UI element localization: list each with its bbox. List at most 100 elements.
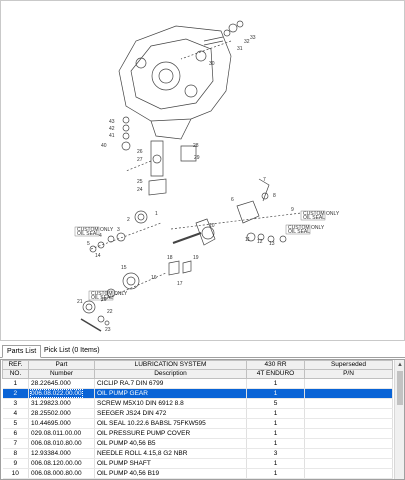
- cell-part-text: 006.08.000.80.00: [31, 470, 82, 477]
- cell-part: 31.29823.000: [28, 398, 95, 409]
- tab-parts-list[interactable]: Parts List: [2, 345, 42, 358]
- cell-part: 10.44695.000: [28, 418, 95, 429]
- svg-text:10: 10: [209, 223, 215, 229]
- cell-sup: [304, 378, 393, 389]
- cell-sup: [304, 398, 393, 409]
- cell-ref-text: 9: [13, 460, 18, 467]
- cell-desc-text: OIL PUMP 40,56 B5: [97, 440, 156, 447]
- cell-qty-text: 3: [273, 450, 278, 457]
- parts-grid[interactable]: REF. Part LUBRICATION SYSTEM 430 RR Supe…: [0, 359, 405, 480]
- cell-part: 006.08.022.00.00: [28, 388, 95, 399]
- svg-text:14: 14: [95, 253, 101, 259]
- cell-qty-text: 1: [273, 430, 278, 437]
- table-row[interactable]: 6 029.08.011.00.00 OIL PRESSURE PUMP COVER…: [2, 428, 393, 439]
- header-description[interactable]: Description: [94, 369, 247, 379]
- header-row-bottom: NO. Number Description 4T ENDURO P/N: [2, 369, 393, 379]
- cell-desc-text: OIL SEAL 10.22.6 BABSL 75FKW595: [97, 420, 206, 427]
- svg-text:42: 42: [109, 126, 115, 132]
- table-row[interactable]: 5 10.44695.000 OIL SEAL 10.22.6 BABSL 75FK…: [2, 418, 393, 429]
- svg-text:18: 18: [167, 255, 173, 261]
- cell-qty: 1: [246, 388, 305, 399]
- cell-part: 006.08.010.80.00: [28, 438, 95, 449]
- table-row[interactable]: 3 31.29823.000 SCREW M5X10 DIN 6912 8.8 5: [2, 398, 393, 409]
- header-ref[interactable]: REF.: [2, 360, 29, 370]
- header-model[interactable]: 430 RR: [246, 360, 305, 370]
- cell-ref-text: 1: [13, 380, 18, 387]
- cell-ref: 6: [2, 428, 29, 439]
- cell-qty-text: 5: [273, 400, 278, 407]
- table-row[interactable]: 7 006.08.010.80.00 OIL PUMP 40,56 B5 1: [2, 438, 393, 449]
- header-variant[interactable]: 4T ENDURO: [246, 369, 305, 379]
- table-row[interactable]: 1 28.22645.000 CICLIP RA.7 DIN 6799 1: [2, 378, 393, 389]
- cell-part-text: 006.08.010.80.00: [31, 440, 82, 447]
- svg-text:33: 33: [250, 35, 256, 41]
- table-row[interactable]: 8 12.93384.000 NEEDLE ROLL 4.15,8 G2 NBR 3: [2, 448, 393, 459]
- svg-text:16: 16: [151, 275, 157, 281]
- svg-text:4: 4: [99, 233, 102, 239]
- cell-desc-text: SCREW M5X10 DIN 6912 8.8: [97, 400, 184, 407]
- cell-qty-text: 1: [273, 420, 278, 427]
- header-system[interactable]: LUBRICATION SYSTEM: [94, 360, 247, 370]
- header-part[interactable]: Part: [28, 360, 95, 370]
- cell-qty: 1: [246, 468, 305, 479]
- svg-text:15: 15: [121, 265, 127, 271]
- cell-part-text: 006.08.120.00.00: [31, 460, 82, 467]
- cell-ref-text: 6: [13, 430, 18, 437]
- header-row-top: REF. Part LUBRICATION SYSTEM 430 RR Supe…: [2, 360, 393, 370]
- tab-pick-list[interactable]: Pick List (0 Items): [40, 345, 104, 358]
- cell-qty: 1: [246, 408, 305, 419]
- exploded-parts-diagram[interactable]: 33 32 31 30 43 42 41 40 28 27 26 29 25 24 1234 56…: [0, 0, 405, 341]
- cell-desc: SEEGER JS24 DIN 472: [94, 408, 247, 419]
- svg-text:31: 31: [237, 46, 243, 52]
- svg-text:5: 5: [87, 241, 90, 247]
- svg-text:2: 2: [127, 217, 130, 223]
- svg-text:11: 11: [245, 237, 250, 243]
- svg-text:OIL SEAL: OIL SEAL: [288, 229, 310, 235]
- header-no[interactable]: NO.: [2, 369, 29, 379]
- cell-ref-text: 4: [13, 410, 18, 417]
- callout-labels: 333231 30 43424140 28272629 2524 1234 56…: [77, 35, 294, 333]
- cell-qty: 1: [246, 428, 305, 439]
- header-number[interactable]: Number: [28, 369, 95, 379]
- svg-text:19: 19: [193, 255, 199, 261]
- svg-text:40: 40: [101, 143, 107, 149]
- cell-part-text: 28.22645.000: [31, 380, 71, 387]
- svg-text:25: 25: [137, 179, 143, 185]
- cell-ref: 5: [2, 418, 29, 429]
- cell-ref-text: 10: [11, 470, 19, 477]
- svg-text:27: 27: [137, 157, 143, 163]
- cell-desc: SCREW M5X10 DIN 6912 8.8: [94, 398, 247, 409]
- svg-text:9: 9: [291, 207, 294, 213]
- cell-part-text: 006.08.022.00.00: [30, 389, 83, 398]
- svg-text:41: 41: [109, 133, 115, 139]
- cell-sup: [304, 428, 393, 439]
- scroll-thumb[interactable]: [397, 371, 403, 405]
- cell-desc: OIL PUMP 40,56 B19: [94, 468, 247, 479]
- svg-text:17: 17: [177, 281, 183, 287]
- table-row[interactable]: 2 006.08.022.00.00 OIL PUMP GEAR 1: [2, 388, 393, 399]
- table-row[interactable]: 10 006.08.000.80.00 OIL PUMP 40,56 B19 1: [2, 468, 393, 479]
- svg-text:OIL SEAL: OIL SEAL: [77, 231, 99, 237]
- header-pn[interactable]: P/N: [304, 369, 393, 379]
- cell-qty: 1: [246, 458, 305, 469]
- svg-text:OIL SEAL: OIL SEAL: [91, 295, 113, 301]
- svg-text:28: 28: [193, 143, 199, 149]
- svg-text:8: 8: [273, 193, 276, 199]
- header-superseded[interactable]: Superseded: [304, 360, 393, 370]
- list-tabs: Parts List Pick List (0 Items): [0, 343, 405, 358]
- scroll-up-icon[interactable]: ▲: [395, 360, 404, 370]
- cell-ref: 7: [2, 438, 29, 449]
- table-row[interactable]: 9 006.08.120.00.00 OIL PUMP SHAFT 1: [2, 458, 393, 469]
- cell-desc-text: OIL PUMP SHAFT: [97, 460, 151, 467]
- cell-desc: NEEDLE ROLL 4.15,8 G2 NBR: [94, 448, 247, 459]
- svg-text:22: 22: [107, 309, 113, 315]
- cell-part-text: 029.08.011.00.00: [31, 430, 82, 437]
- cell-desc-text: SEEGER JS24 DIN 472: [97, 410, 167, 417]
- vertical-scrollbar[interactable]: ▲: [394, 360, 404, 479]
- svg-text:6: 6: [231, 197, 234, 203]
- svg-text:13: 13: [269, 241, 275, 247]
- cell-sup: [304, 468, 393, 479]
- tab-parts-list-label: Parts List: [7, 348, 37, 355]
- svg-text:1: 1: [155, 211, 158, 217]
- table-row[interactable]: 4 28.25502.000 SEEGER JS24 DIN 472 1: [2, 408, 393, 419]
